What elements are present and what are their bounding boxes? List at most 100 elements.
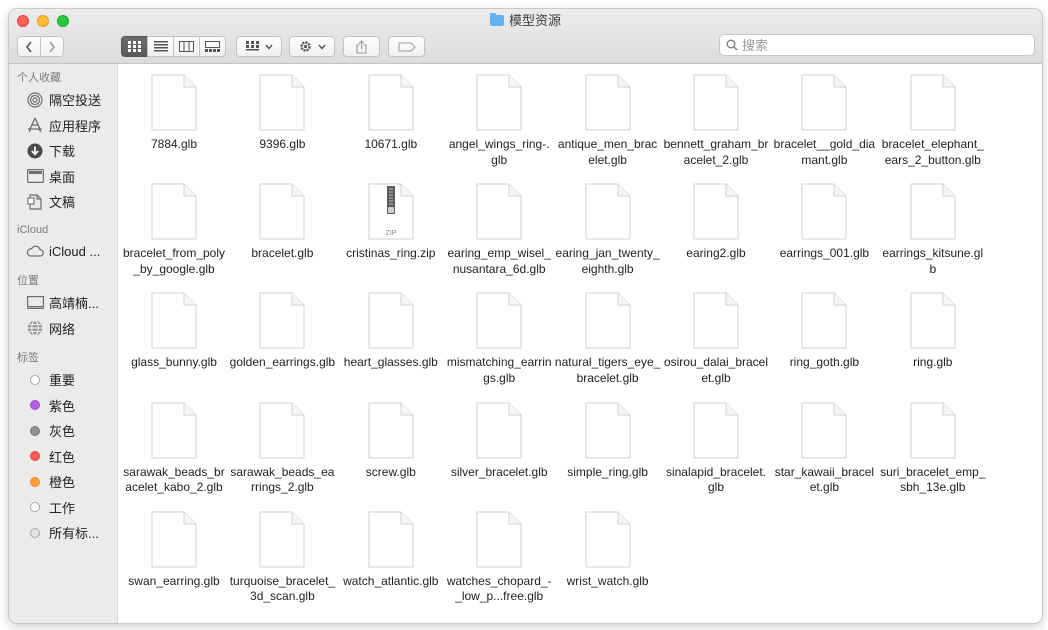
sidebar-tag-item[interactable]: 所有标... [9,520,117,546]
file-name: earing_jan_twenty_eighth.glb [555,246,660,276]
forward-button[interactable] [40,36,64,57]
sidebar-item-download[interactable]: 下载 [9,138,117,164]
document-icon [368,511,414,568]
edit-tags-button[interactable] [388,36,425,57]
sidebar-item-desktop[interactable]: 桌面 [9,164,117,190]
back-button[interactable] [17,36,41,57]
sidebar-item-network[interactable]: 网络 [9,316,117,342]
sidebar-item-label: 所有标... [49,526,99,542]
file-item[interactable]: bracelet_from_poly_by_google.glb [120,173,228,277]
file-item[interactable]: watches_chopard_-_low_p...free.glb [445,501,553,605]
sidebar-tag-item[interactable]: 红色 [9,444,117,470]
file-item[interactable]: bracelet_elephant_ears_2_button.glb [879,64,987,168]
file-item[interactable]: glass_bunny.glb [120,282,228,371]
file-item[interactable]: screw.glb [337,392,445,481]
tag-dot-icon [25,474,45,490]
file-item[interactable]: sarawak_beads_bracelet_kabo_2.glb [120,392,228,496]
sidebar-item-applications[interactable]: 应用程序 [9,113,117,139]
column-view-button[interactable] [173,36,200,57]
tag-dot-icon [25,423,45,439]
file-name: earrings_001.glb [779,246,870,261]
file-item[interactable]: star_kawaii_bracelet.glb [770,392,878,496]
group-by-button[interactable] [236,36,282,57]
file-item[interactable]: sarawak_beads_earrings_2.glb [228,392,336,496]
document-icon [693,183,739,240]
file-name: sinalapid_bracelet.glb [665,464,767,495]
file-item[interactable]: earrings_001.glb [770,173,878,262]
document-icon [693,74,739,131]
file-item[interactable]: silver_bracelet.glb [445,392,553,481]
file-item[interactable]: angel_wings_ring-.glb [445,64,553,168]
icon-view-icon [128,41,141,52]
sidebar-item-documents[interactable]: 文稿 [9,189,117,215]
sidebar-tag-item[interactable]: 橙色 [9,469,117,495]
finder-window: 模型资源 搜索 个人收藏 隔空投送 应用程序 下载 桌面 文稿 iCloud i… [8,8,1043,624]
file-item[interactable]: natural_tigers_eye_bracelet.glb [554,282,662,386]
share-button[interactable] [343,36,380,57]
search-input[interactable] [742,37,1022,53]
window-title-text: 模型资源 [508,13,561,28]
sidebar-tag-item[interactable]: 重要 [9,367,117,393]
document-icon [259,183,305,240]
zip-file-icon: ZIP [368,183,414,240]
sidebar-tag-item[interactable]: 工作 [9,495,117,521]
file-item[interactable]: 9396.glb [228,64,336,153]
file-item[interactable]: turquoise_bracelet_3d_scan.glb [228,501,336,605]
file-item[interactable]: watch_atlantic.glb [337,501,445,590]
document-icon [585,402,631,459]
document-icon [585,511,631,568]
sidebar-item-computer[interactable]: 高靖楠... [9,290,117,316]
file-item[interactable]: earing2.glb [662,173,770,262]
share-icon [356,39,367,54]
file-item[interactable]: bracelet.glb [228,173,336,262]
file-name: turquoise_bracelet_3d_scan.glb [229,573,336,604]
sidebar-item-label: 重要 [49,373,76,389]
search-field[interactable] [719,34,1035,56]
tag-dot-icon [25,372,45,388]
document-icon [368,292,414,349]
file-item[interactable]: golden_earrings.glb [228,282,336,371]
tag-dot-icon [25,499,45,515]
file-item[interactable]: bennett_graham_bracelet_2.glb [662,64,770,168]
file-item[interactable]: 10671.glb [337,64,445,153]
document-icon [801,74,847,131]
tag-dot-icon [25,448,45,464]
file-item[interactable]: simple_ring.glb [554,392,662,481]
file-item[interactable]: earing_emp_wisel_nusantara_6d.glb [445,173,553,277]
sidebar-tag-item[interactable]: 紫色 [9,393,117,419]
gallery-view-button[interactable] [199,36,226,57]
sidebar-section-favorites: 个人收藏 [17,72,61,84]
file-item[interactable]: earing_jan_twenty_eighth.glb [554,173,662,277]
file-item[interactable]: suri_bracelet_emp_sbh_13e.glb [879,392,987,496]
sidebar-item-icloud-drive[interactable]: iCloud ... [9,239,117,265]
file-name: earing2.glb [686,246,746,261]
file-item[interactable]: ZIP cristinas_ring.zip [337,173,445,262]
list-view-button[interactable] [147,36,174,57]
chevron-down-icon [317,44,326,50]
action-button[interactable] [289,36,335,57]
file-item[interactable]: bracelet__gold_diamant.glb [770,64,878,168]
file-item[interactable]: osirou_dalai_bracelet.glb [662,282,770,386]
file-item[interactable]: ring.glb [879,282,987,371]
file-item[interactable]: 7884.glb [120,64,228,153]
file-item[interactable]: sinalapid_bracelet.glb [662,392,770,496]
document-icon [368,74,414,131]
file-item[interactable]: antique_men_bracelet.glb [554,64,662,168]
document-icon [910,292,956,349]
file-item[interactable]: swan_earring.glb [120,501,228,590]
chevron-left-icon [25,41,32,52]
file-item[interactable]: wrist_watch.glb [554,501,662,590]
file-item[interactable]: heart_glasses.glb [337,282,445,371]
file-item[interactable]: mismatching_earrings.glb [445,282,553,386]
file-name: watch_atlantic.glb [343,573,439,588]
document-icon [151,402,197,459]
documents-icon [25,194,45,210]
icon-view-button[interactable] [121,36,148,57]
sidebar-tag-item[interactable]: 灰色 [9,418,117,444]
sidebar-item-airdrop[interactable]: 隔空投送 [9,87,117,113]
file-item[interactable]: ring_goth.glb [770,282,878,371]
file-item[interactable]: earrings_kitsune.glb [879,173,987,277]
sidebar-item-label: 紫色 [49,398,76,414]
sidebar-item-label: 橙色 [49,475,76,491]
file-name: swan_earring.glb [128,573,220,588]
